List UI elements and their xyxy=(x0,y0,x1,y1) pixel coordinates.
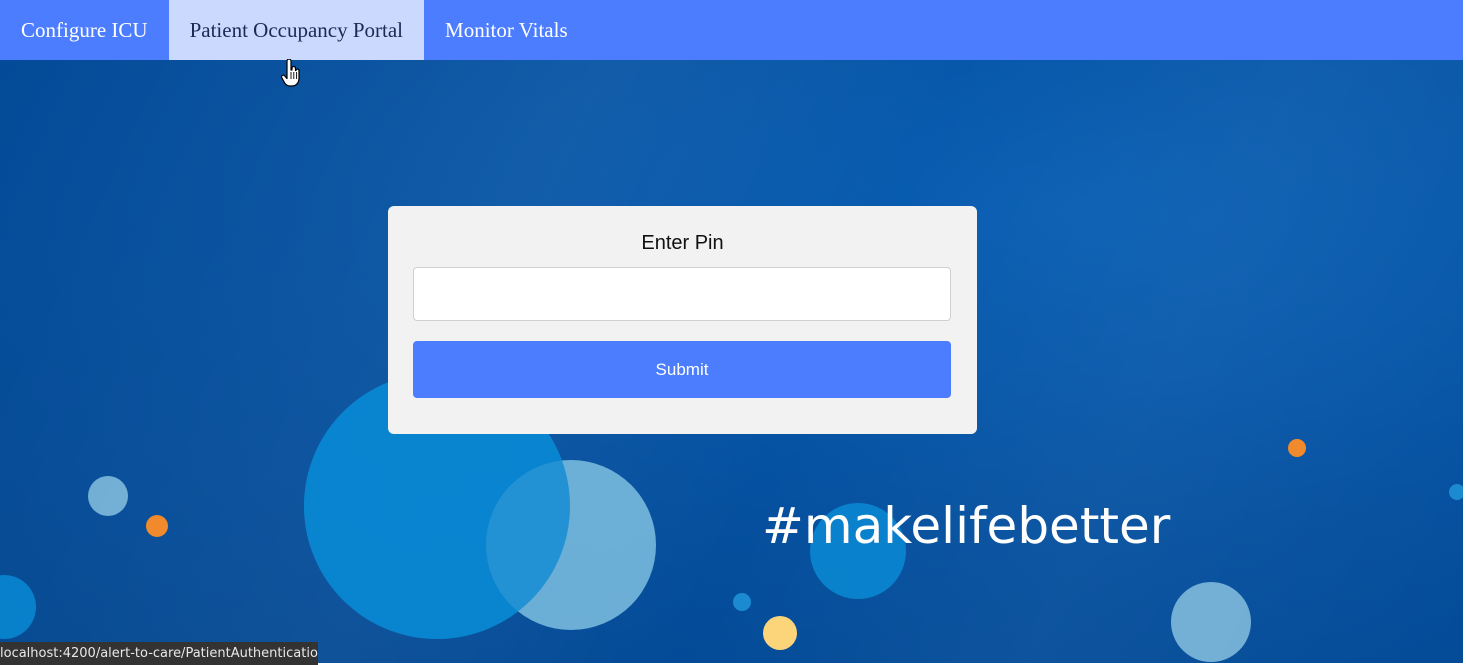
decorative-bubble xyxy=(733,593,751,611)
nav-patient-occupancy-portal[interactable]: Patient Occupancy Portal xyxy=(168,0,425,60)
hand-pointer-icon xyxy=(281,59,300,87)
decorative-bubble xyxy=(88,476,128,516)
pin-input[interactable] xyxy=(413,267,951,321)
decorative-bubble xyxy=(146,515,168,537)
decorative-bubble xyxy=(763,616,797,650)
pin-entry-card: Enter Pin Submit xyxy=(388,206,977,434)
nav-configure-icu[interactable]: Configure ICU xyxy=(0,0,169,60)
top-navbar: Configure ICU Patient Occupancy Portal M… xyxy=(0,0,1463,60)
decorative-bubble xyxy=(1171,582,1251,662)
decorative-bubble xyxy=(1288,439,1306,457)
submit-button[interactable]: Submit xyxy=(413,341,951,398)
pin-form-title: Enter Pin xyxy=(641,232,724,254)
decorative-bubble xyxy=(1449,484,1463,500)
makelifebetter-slogan: #makelifebetter xyxy=(762,497,1171,555)
browser-status-url: localhost:4200/alert-to-care/PatientAuth… xyxy=(0,642,318,665)
decorative-bubble xyxy=(0,575,36,639)
nav-monitor-vitals[interactable]: Monitor Vitals xyxy=(424,0,589,60)
